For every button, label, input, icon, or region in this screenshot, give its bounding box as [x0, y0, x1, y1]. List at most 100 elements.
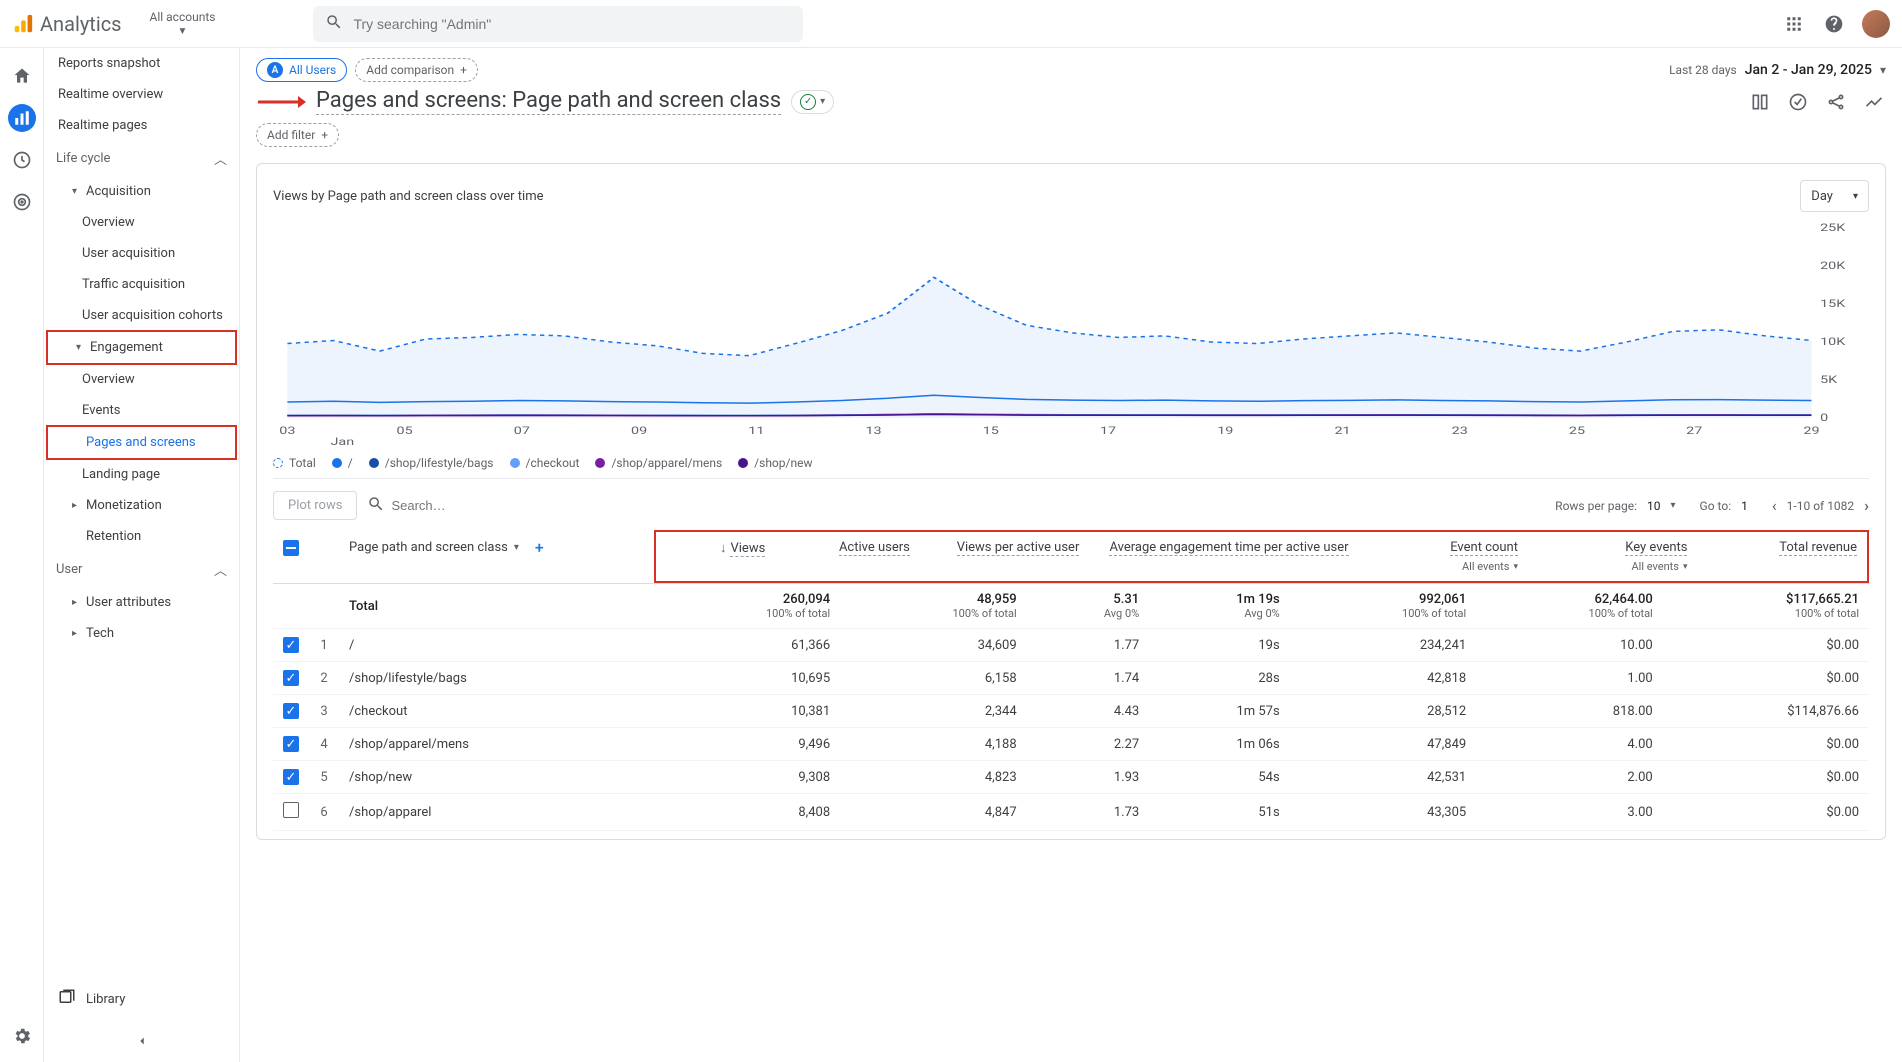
table-row[interactable]: ✓ 1 / 61,366 34,609 1.77 19s 234,241 10.… — [273, 629, 1869, 662]
svg-text:10K: 10K — [1820, 337, 1845, 348]
table-row[interactable]: 6 /shop/apparel 8,408 4,847 1.73 51s 43,… — [273, 794, 1869, 831]
legend-item[interactable]: /shop/apparel/mens — [595, 456, 722, 470]
svg-text:05: 05 — [397, 426, 413, 437]
col-avg-engagement[interactable]: Average engagement time per active user — [1089, 532, 1358, 581]
add-dimension-icon[interactable]: + — [535, 538, 544, 557]
svg-text:03: 03 — [279, 426, 295, 437]
report-nav-sidebar: Reports snapshot Realtime overview Realt… — [44, 48, 240, 1062]
svg-text:5K: 5K — [1820, 375, 1837, 386]
row-checkbox[interactable] — [283, 802, 299, 818]
explore-icon[interactable] — [8, 146, 36, 174]
report-status-badge[interactable]: ✓ ▾ — [791, 90, 834, 114]
nav-acq-traffic[interactable]: Traffic acquisition — [44, 269, 239, 300]
nav-eng-overview[interactable]: Overview — [44, 364, 239, 395]
search-input[interactable] — [343, 16, 791, 32]
granularity-select[interactable]: Day ▾ — [1800, 180, 1869, 212]
chevron-up-icon: ︿ — [214, 149, 227, 168]
dimension-picker[interactable]: Page path and screen class ▾ + — [349, 538, 644, 557]
caret-right-icon: ▸ — [72, 500, 86, 511]
data-table: Page path and screen class ▾ + ↓Views Ac… — [273, 528, 1869, 831]
nav-tech[interactable]: ▸Tech — [44, 618, 239, 649]
prev-page-button[interactable]: ‹ — [1772, 496, 1777, 515]
col-revenue[interactable]: Total revenue — [1697, 532, 1866, 581]
rows-per-page-value[interactable]: 10 — [1647, 499, 1661, 513]
apps-icon[interactable] — [1782, 12, 1806, 36]
section-life-cycle[interactable]: Life cycle ︿ — [44, 141, 239, 176]
legend-item[interactable]: /checkout — [510, 456, 580, 470]
section-user[interactable]: User ︿ — [44, 552, 239, 587]
svg-text:19: 19 — [1217, 426, 1233, 437]
next-page-button[interactable]: › — [1864, 496, 1869, 515]
table-row[interactable]: ✓ 2 /shop/lifestyle/bags 10,695 6,158 1.… — [273, 662, 1869, 695]
topbar: Analytics All accounts ▼ — [0, 0, 1902, 48]
legend-item[interactable]: /shop/new — [738, 456, 812, 470]
nav-reports-snapshot[interactable]: Reports snapshot — [44, 48, 239, 79]
nav-rail — [0, 48, 44, 1062]
col-views[interactable]: ↓Views — [656, 532, 776, 581]
row-checkbox[interactable]: ✓ — [283, 769, 299, 785]
add-filter-button[interactable]: Add filter + — [256, 123, 339, 147]
nav-eng-landing[interactable]: Landing page — [44, 459, 239, 490]
account-picker[interactable]: All accounts ▼ — [140, 6, 226, 41]
svg-text:23: 23 — [1452, 426, 1468, 437]
select-all-checkbox[interactable] — [283, 540, 299, 556]
collapse-sidebar-button[interactable] — [44, 1024, 239, 1062]
product-name: Analytics — [40, 12, 122, 36]
nav-user-attributes[interactable]: ▸User attributes — [44, 587, 239, 618]
caret-down-icon[interactable]: ▾ — [1683, 562, 1688, 572]
legend-item[interactable]: Total — [273, 456, 316, 470]
table-row[interactable]: ✓ 3 /checkout 10,381 2,344 4.43 1m 57s 2… — [273, 695, 1869, 728]
col-views-per-user[interactable]: Views per active user — [920, 532, 1089, 581]
global-search[interactable] — [313, 6, 803, 42]
date-range-picker[interactable]: Last 28 days Jan 2 - Jan 29, 2025 ▾ — [1669, 62, 1886, 78]
table-search[interactable] — [367, 495, 1545, 517]
caret-down-icon: ▾ — [1880, 63, 1886, 77]
nav-acquisition[interactable]: ▾Acquisition — [44, 176, 239, 207]
caret-down-icon[interactable]: ▾ — [1671, 500, 1676, 511]
legend-item[interactable]: / — [332, 456, 353, 470]
customize-report-icon[interactable] — [1748, 90, 1772, 114]
nav-retention[interactable]: Retention — [44, 521, 239, 552]
reports-icon[interactable] — [8, 104, 36, 132]
nav-acq-cohorts[interactable]: User acquisition cohorts — [44, 300, 239, 331]
table-row[interactable]: ✓ 5 /shop/new 9,308 4,823 1.93 54s 42,53… — [273, 761, 1869, 794]
edit-comparison-icon[interactable] — [1862, 90, 1886, 114]
table-row[interactable]: ✓ 4 /shop/apparel/mens 9,496 4,188 2.27 … — [273, 728, 1869, 761]
row-checkbox[interactable]: ✓ — [283, 637, 299, 653]
caret-down-icon[interactable]: ▾ — [1513, 562, 1518, 572]
add-comparison-button[interactable]: Add comparison + — [355, 58, 478, 82]
col-key-events[interactable]: Key eventsAll events▾ — [1528, 532, 1697, 581]
svg-text:0: 0 — [1820, 413, 1828, 424]
home-icon[interactable] — [8, 62, 36, 90]
col-event-count[interactable]: Event countAll events▾ — [1359, 532, 1528, 581]
row-checkbox[interactable]: ✓ — [283, 670, 299, 686]
nav-realtime-overview[interactable]: Realtime overview — [44, 79, 239, 110]
svg-text:15: 15 — [983, 426, 999, 437]
nav-engagement[interactable]: ▾Engagement — [48, 332, 235, 363]
nav-monetization[interactable]: ▸Monetization — [44, 490, 239, 521]
legend-item[interactable]: /shop/lifestyle/bags — [369, 456, 494, 470]
sort-down-icon: ↓ — [720, 541, 727, 556]
library-icon — [58, 988, 76, 1010]
row-checkbox[interactable]: ✓ — [283, 736, 299, 752]
row-checkbox[interactable]: ✓ — [283, 703, 299, 719]
segment-all-users[interactable]: A All Users — [256, 58, 347, 82]
nav-eng-events[interactable]: Events — [44, 395, 239, 426]
help-icon[interactable] — [1822, 12, 1846, 36]
insights-icon[interactable] — [1786, 90, 1810, 114]
share-icon[interactable] — [1824, 90, 1848, 114]
library-link[interactable]: Library — [44, 973, 239, 1024]
svg-text:20K: 20K — [1820, 261, 1845, 272]
table-search-input[interactable] — [391, 498, 591, 513]
admin-gear-icon[interactable] — [8, 1022, 36, 1050]
caret-right-icon: ▸ — [72, 597, 86, 608]
nav-acq-user[interactable]: User acquisition — [44, 238, 239, 269]
avatar[interactable] — [1862, 10, 1890, 38]
col-active-users[interactable]: Active users — [775, 532, 920, 581]
advertising-icon[interactable] — [8, 188, 36, 216]
nav-eng-pages-screens[interactable]: Pages and screens — [48, 427, 235, 458]
plot-rows-button[interactable]: Plot rows — [273, 491, 357, 520]
goto-value[interactable]: 1 — [1741, 499, 1748, 513]
nav-realtime-pages[interactable]: Realtime pages — [44, 110, 239, 141]
nav-acq-overview[interactable]: Overview — [44, 207, 239, 238]
